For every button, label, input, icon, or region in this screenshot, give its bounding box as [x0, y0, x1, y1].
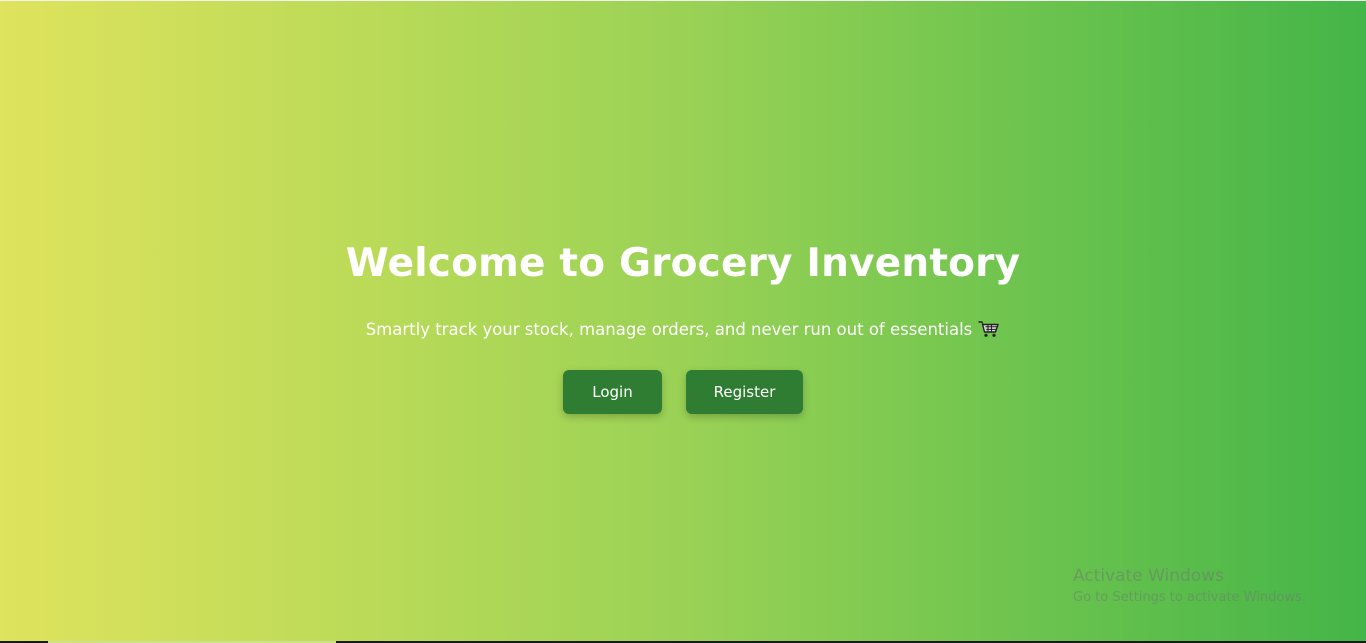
- auth-buttons: Login Register: [0, 370, 1366, 414]
- register-button[interactable]: Register: [686, 370, 803, 414]
- activate-windows-watermark: Activate Windows Go to Settings to activ…: [1073, 565, 1306, 608]
- watermark-subtitle: Go to Settings to activate Windows.: [1073, 590, 1306, 605]
- page-title: Welcome to Grocery Inventory: [345, 241, 1021, 286]
- watermark-title: Activate Windows: [1073, 566, 1224, 586]
- login-button[interactable]: Login: [563, 370, 662, 414]
- shopping-cart-icon: [978, 320, 1000, 338]
- hero-subtitle: Smartly track your stock, manage orders,…: [0, 318, 1366, 342]
- hero-section: Welcome to Grocery Inventory Smartly tra…: [0, 236, 1366, 414]
- top-border: [0, 0, 1366, 1]
- hero-subtitle-text: Smartly track your stock, manage orders,…: [365, 320, 973, 339]
